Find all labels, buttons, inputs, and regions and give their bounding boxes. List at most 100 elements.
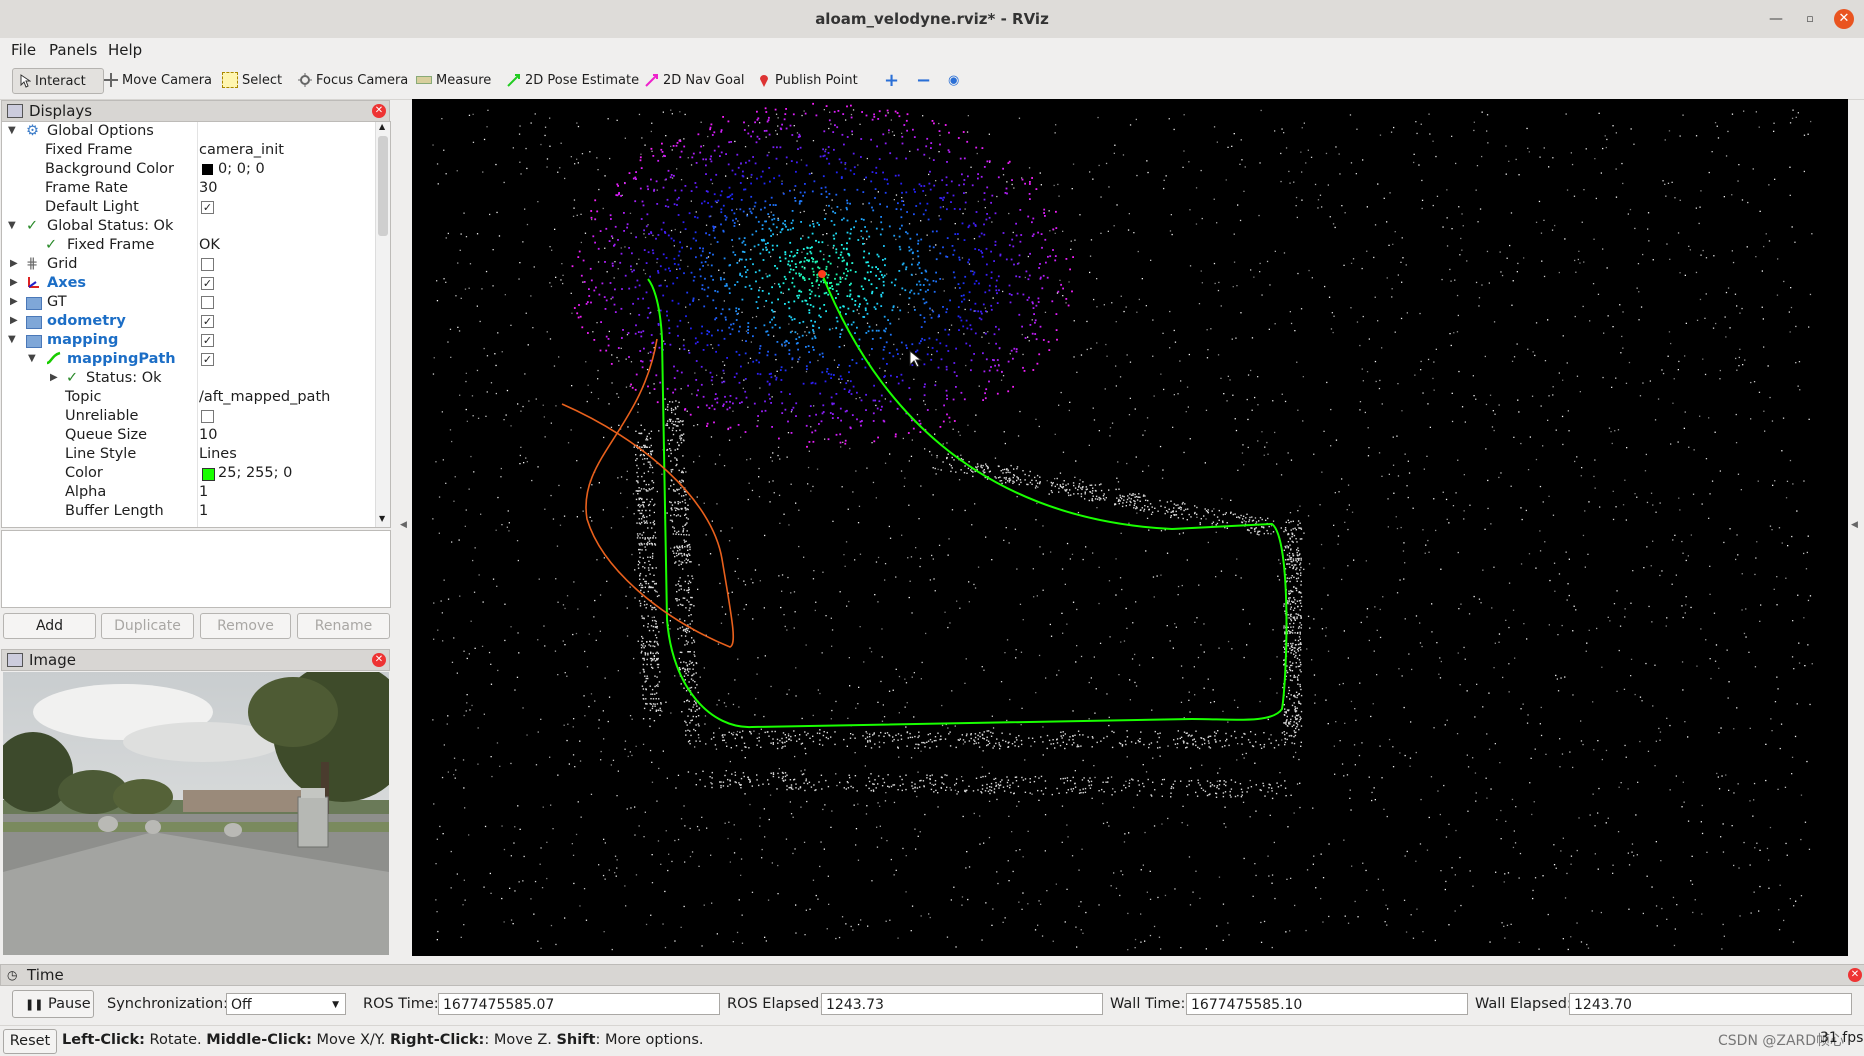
eye-icon[interactable]: ◉: [944, 68, 963, 92]
collapse-arrow-icon[interactable]: ▶: [50, 372, 58, 383]
checkbox-checked[interactable]: ✓: [201, 277, 214, 290]
menu-panels[interactable]: Panels: [49, 41, 97, 59]
measure-button[interactable]: Measure: [412, 68, 495, 92]
checkbox-unchecked[interactable]: [201, 296, 214, 309]
grid-icon: ⋕: [26, 256, 39, 272]
tree-row-alpha[interactable]: Alpha 1: [2, 483, 374, 502]
tree-row-gt[interactable]: ▶ GT: [2, 293, 374, 312]
row-value[interactable]: 1: [199, 484, 208, 500]
move-camera-button[interactable]: Move Camera: [100, 68, 216, 92]
checkbox-unchecked[interactable]: [201, 258, 214, 271]
row-value[interactable]: 1: [199, 503, 208, 519]
menu-file[interactable]: File: [11, 41, 36, 59]
close-panel-icon[interactable]: ✕: [372, 653, 386, 667]
tree-row-axes[interactable]: ▶ Axes ✓: [2, 274, 374, 293]
checkbox-checked[interactable]: ✓: [201, 334, 214, 347]
tree-row-color[interactable]: Color 25; 255; 0: [2, 464, 374, 483]
checkbox-checked[interactable]: ✓: [201, 353, 214, 366]
minimize-icon[interactable]: —: [1766, 9, 1786, 29]
row-value[interactable]: 10: [199, 427, 217, 443]
interact-tool-button[interactable]: Interact: [12, 68, 104, 94]
close-panel-icon[interactable]: ✕: [372, 104, 386, 118]
hint-shift: Shift: [556, 1032, 596, 1048]
maximize-icon[interactable]: ▫: [1800, 9, 1820, 29]
duplicate-button[interactable]: Duplicate: [101, 613, 194, 639]
image-icon: [7, 653, 23, 667]
row-value[interactable]: /aft_mapped_path: [199, 389, 330, 405]
checkbox-unchecked[interactable]: [201, 410, 214, 423]
ros-elapsed-field[interactable]: 1243.73: [821, 993, 1103, 1015]
publish-point-button[interactable]: Publish Point: [753, 68, 862, 92]
wall-time-field[interactable]: 1677475585.10: [1186, 993, 1468, 1015]
tree-row-fixed-frame-status[interactable]: ✓ Fixed Frame OK: [2, 236, 374, 255]
render-3d-view[interactable]: [412, 99, 1848, 956]
axes-icon: [26, 275, 40, 293]
focus-camera-button[interactable]: Focus Camera: [294, 68, 412, 92]
publish-point-label: Publish Point: [775, 72, 858, 88]
expand-arrow-icon[interactable]: ▼: [8, 125, 16, 136]
tree-row-line-style[interactable]: Line Style Lines: [2, 445, 374, 464]
expand-arrow-icon[interactable]: ▼: [8, 220, 16, 231]
row-value[interactable]: 0; 0; 0: [218, 161, 265, 177]
tree-row-status-ok[interactable]: ▶ ✓ Status: Ok: [2, 369, 374, 388]
window-title: aloam_velodyne.rviz* - RViz: [815, 10, 1049, 28]
menu-help[interactable]: Help: [108, 41, 142, 59]
checkbox-checked[interactable]: ✓: [201, 201, 214, 214]
tree-row-frame-rate[interactable]: Frame Rate 30: [2, 179, 374, 198]
row-value[interactable]: 25; 255; 0: [218, 465, 292, 481]
row-name: Alpha: [65, 484, 107, 500]
splitter-right-arrow-icon[interactable]: ◀: [1851, 520, 1858, 530]
tree-row-fixed-frame[interactable]: Fixed Frame camera_init: [2, 141, 374, 160]
color-swatch[interactable]: [202, 164, 213, 175]
fps-counter: 31 fps: [1820, 1030, 1864, 1046]
add-tool-icon[interactable]: +: [880, 68, 903, 92]
expand-arrow-icon[interactable]: ▼: [28, 353, 36, 364]
remove-tool-icon[interactable]: −: [912, 68, 935, 92]
reset-button[interactable]: Reset: [3, 1029, 57, 1054]
pause-button[interactable]: ❚❚ Pause: [12, 990, 94, 1018]
hint-left-click: Left-Click:: [62, 1032, 145, 1048]
tree-scrollbar[interactable]: ▲ ▼: [375, 122, 390, 527]
add-button[interactable]: Add: [3, 613, 96, 639]
color-swatch[interactable]: [202, 468, 215, 481]
row-value[interactable]: 30: [199, 180, 217, 196]
select-button[interactable]: Select: [218, 68, 286, 92]
scroll-down-icon[interactable]: ▼: [379, 514, 385, 523]
scrollbar-thumb[interactable]: [378, 136, 388, 236]
tree-row-global-status[interactable]: ▼ ✓ Global Status: Ok: [2, 217, 374, 236]
tree-row-mapping[interactable]: ▼ mapping ✓: [2, 331, 374, 350]
checkbox-checked[interactable]: ✓: [201, 315, 214, 328]
tree-row-odometry[interactable]: ▶ odometry ✓: [2, 312, 374, 331]
tree-row-background-color[interactable]: Background Color 0; 0; 0: [2, 160, 374, 179]
collapse-arrow-icon[interactable]: ▶: [10, 315, 18, 326]
hint-middle-click: Middle-Click:: [206, 1032, 312, 1048]
pose-estimate-button[interactable]: 2D Pose Estimate: [503, 68, 643, 92]
tree-row-default-light[interactable]: Default Light ✓: [2, 198, 374, 217]
tree-row-buffer-length[interactable]: Buffer Length 1: [2, 502, 374, 521]
tree-row-unreliable[interactable]: Unreliable: [2, 407, 374, 426]
expand-arrow-icon[interactable]: ▼: [8, 334, 16, 345]
scroll-up-icon[interactable]: ▲: [379, 122, 385, 131]
wall-elapsed-field[interactable]: 1243.70: [1569, 993, 1852, 1015]
close-panel-icon[interactable]: ✕: [1848, 968, 1862, 982]
tree-row-grid[interactable]: ▶ ⋕ Grid: [2, 255, 374, 274]
close-icon[interactable]: ✕: [1834, 9, 1854, 29]
tree-row-topic[interactable]: Topic /aft_mapped_path: [2, 388, 374, 407]
tree-row-queue-size[interactable]: Queue Size 10: [2, 426, 374, 445]
row-name: Color: [65, 465, 103, 481]
magenta-arrow-icon: [645, 73, 659, 87]
collapse-arrow-icon[interactable]: ▶: [10, 277, 18, 288]
row-value[interactable]: Lines: [199, 446, 237, 462]
rename-button[interactable]: Rename: [297, 613, 390, 639]
collapse-arrow-icon[interactable]: ▶: [10, 296, 18, 307]
remove-button[interactable]: Remove: [200, 613, 291, 639]
tree-row-mapping-path[interactable]: ▼ mappingPath ✓: [2, 350, 374, 369]
sync-dropdown[interactable]: Off ▼: [226, 993, 346, 1015]
collapse-arrow-icon[interactable]: ▶: [10, 258, 18, 269]
tree-row-global-options[interactable]: ▼ ⚙ Global Options: [2, 122, 374, 141]
nav-goal-button[interactable]: 2D Nav Goal: [641, 68, 749, 92]
clock-icon: ◷: [7, 968, 18, 982]
splitter-left-arrow-icon[interactable]: ◀: [400, 520, 407, 530]
ros-time-field[interactable]: 1677475585.07: [438, 993, 720, 1015]
row-value[interactable]: camera_init: [199, 142, 284, 158]
